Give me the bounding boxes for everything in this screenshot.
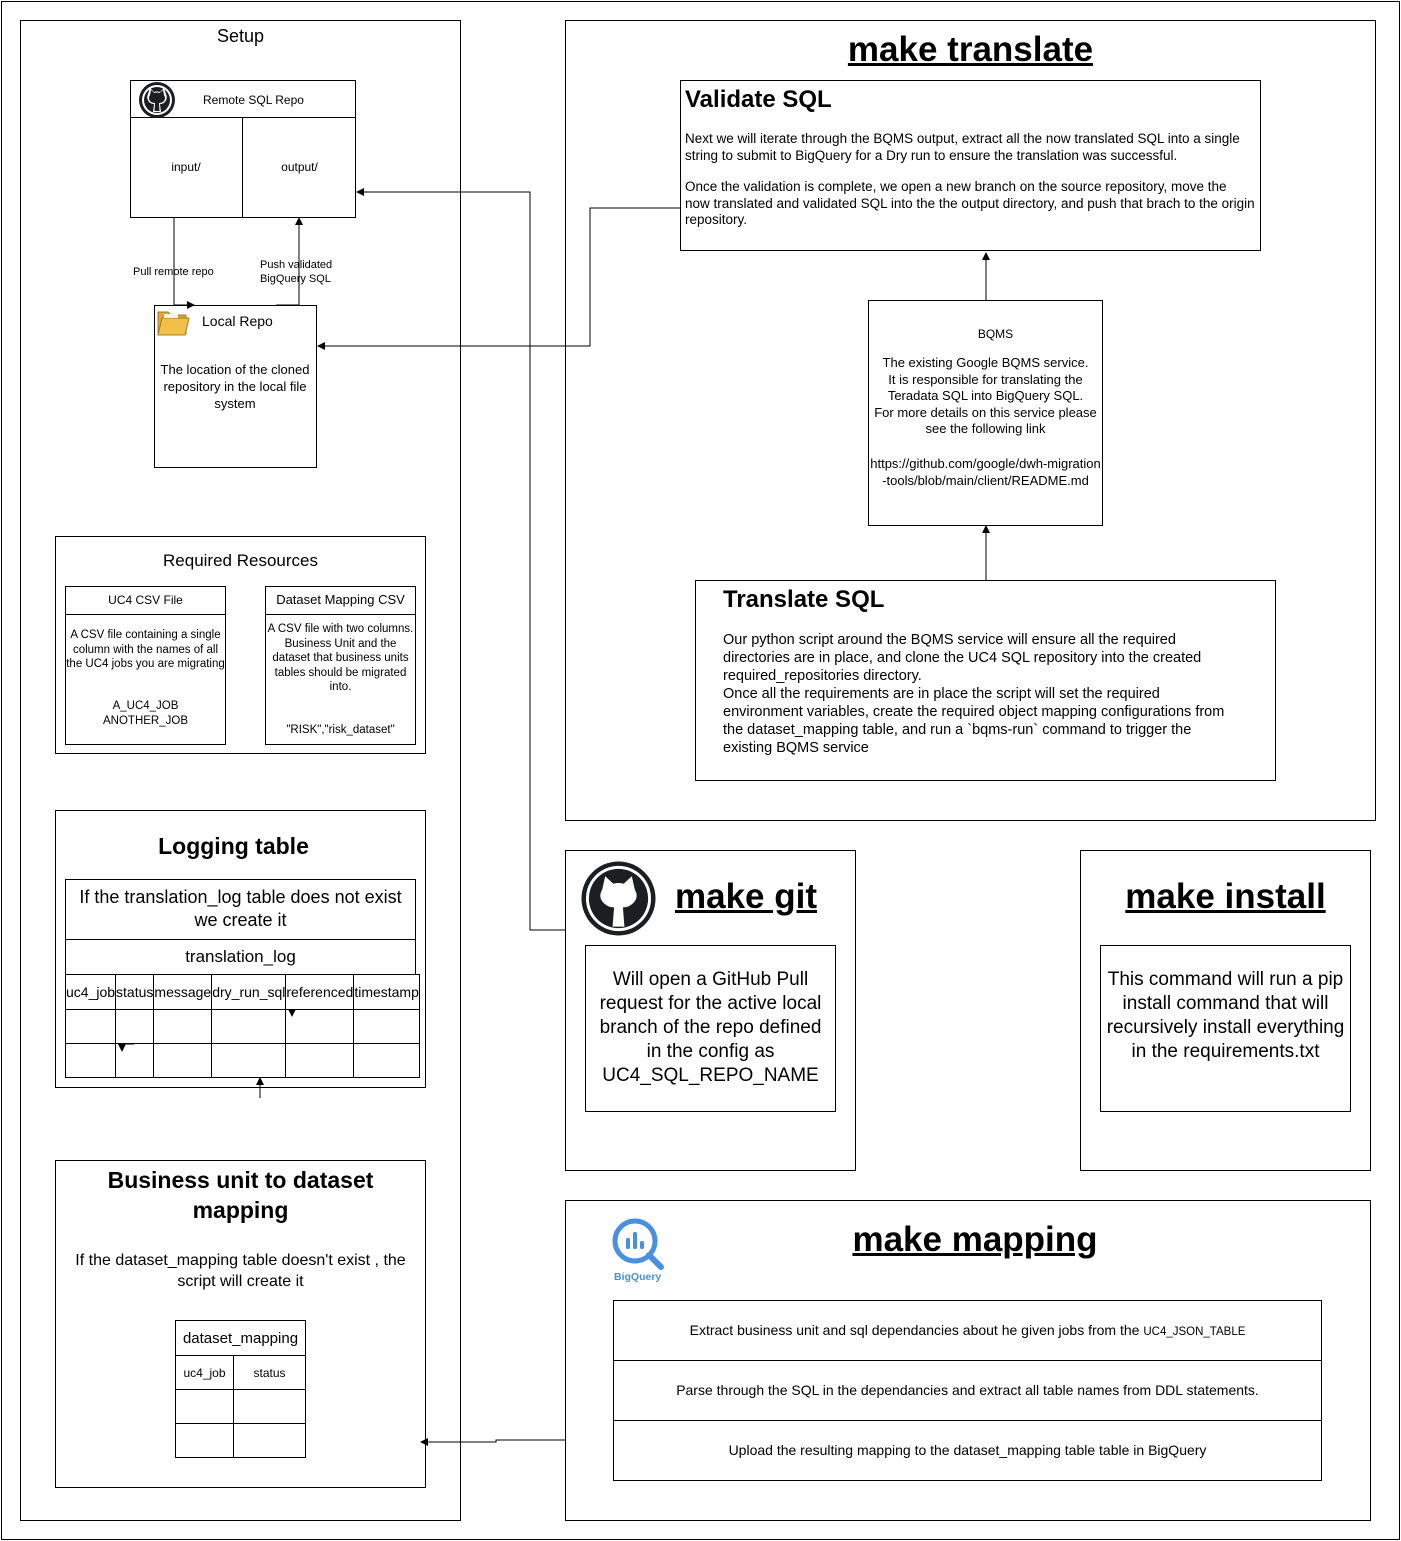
col-uc4-job: uc4_job [175, 1355, 234, 1390]
mapping-step-divider [613, 1420, 1322, 1421]
logging-table-note: If the translation_log table does not ex… [65, 879, 416, 940]
translate-sql-title: Translate SQL [723, 586, 885, 613]
folder-icon [156, 306, 190, 338]
push-label: Push validated BigQuery SQL [260, 258, 333, 286]
output-dir-label: output/ [281, 160, 318, 174]
col-dry-run-sql: dry_run_sql [211, 974, 287, 1010]
github-icon [131, 81, 183, 119]
validate-sql-p2: Once the validation is complete, we open… [685, 179, 1255, 227]
table-row [175, 1423, 306, 1458]
make-translate-title: make translate [847, 30, 1094, 69]
local-repo-description: The location of the cloned repository in… [160, 362, 310, 411]
table-row [175, 1389, 306, 1424]
validate-sql-title: Validate SQL [685, 86, 832, 113]
setup-title: Setup [216, 26, 265, 46]
make-mapping-title: make mapping [852, 1220, 1098, 1259]
validate-sql-p1: Next we will iterate through the BQMS ou… [685, 131, 1240, 163]
mapping-step-1: Extract business unit and sql dependanci… [613, 1322, 1322, 1338]
mapping-step-2: Parse through the SQL in the dependancie… [676, 1382, 1259, 1398]
uc4-csv-description: A CSV file containing a single column wi… [66, 629, 225, 670]
uc4-csv-title: UC4 CSV File [108, 593, 183, 607]
bqms-title: BQMS [977, 327, 1014, 341]
make-install-title: make install [1125, 877, 1326, 916]
required-resources-title: Required Resources [163, 551, 318, 570]
col-message: message [153, 974, 213, 1010]
table-row [64, 1009, 420, 1044]
uc4-csv-example: A_UC4_JOB ANOTHER_JOB [103, 700, 188, 727]
uc4-csv-header-line [65, 614, 226, 615]
translation-log-table: uc4_job status message dry_run_sql refer… [64, 974, 420, 1078]
translate-sql-p1: Our python script around the BQMS servic… [723, 632, 1202, 684]
dataset-mapping-name: dataset_mapping [175, 1320, 306, 1356]
make-install-description: This command will run a pip install comm… [1100, 945, 1351, 1112]
github-icon [580, 860, 657, 937]
col-timestamp: timestamp [353, 974, 420, 1010]
input-dir-label: input/ [171, 160, 201, 174]
business-mapping-note: If the dataset_mapping table doesn't exi… [75, 1252, 406, 1290]
col-status: status [233, 1355, 306, 1390]
dataset-csv-header-line [265, 614, 416, 615]
bqms-link[interactable]: https://github.com/google/dwh-migration-… [870, 456, 1101, 489]
table-row [64, 1043, 420, 1078]
uc4-json-table-label: UC4_JSON_TABLE [1143, 1326, 1246, 1338]
mapping-step-divider [613, 1360, 1322, 1361]
bqms-description: The existing Google BQMS service. It is … [874, 355, 1097, 436]
logging-table-name: translation_log [65, 939, 416, 975]
make-git-title: make git [675, 877, 817, 916]
col-referenced: referenced [285, 974, 355, 1010]
local-repo-title: Local Repo [202, 313, 273, 329]
make-git-description: Will open a GitHub Pull request for the … [585, 945, 836, 1112]
business-mapping-title: Business unit to dataset mapping [107, 1167, 374, 1223]
col-status: status [115, 974, 155, 1010]
dataset-csv-title: Dataset Mapping CSV [276, 592, 405, 607]
translate-sql-p2: Once all the requirements are in place t… [723, 686, 1225, 756]
logging-table-title: Logging table [158, 833, 309, 859]
pull-label: Pull remote repo [133, 266, 214, 278]
mapping-step-1-text: Extract business unit and sql dependanci… [689, 1322, 1144, 1338]
dataset-mapping-table: uc4_job status [175, 1355, 306, 1458]
dataset-csv-example: "RISK","risk_dataset" [286, 724, 395, 736]
bigquery-logo-label: BigQuery [614, 1271, 662, 1283]
mapping-step-3: Upload the resulting mapping to the data… [728, 1442, 1207, 1458]
remote-repo-title: Remote SQL Repo [203, 93, 304, 107]
dataset-csv-description: A CSV file with two columns. Business Un… [267, 623, 414, 694]
col-uc4-job: uc4_job [64, 974, 117, 1010]
